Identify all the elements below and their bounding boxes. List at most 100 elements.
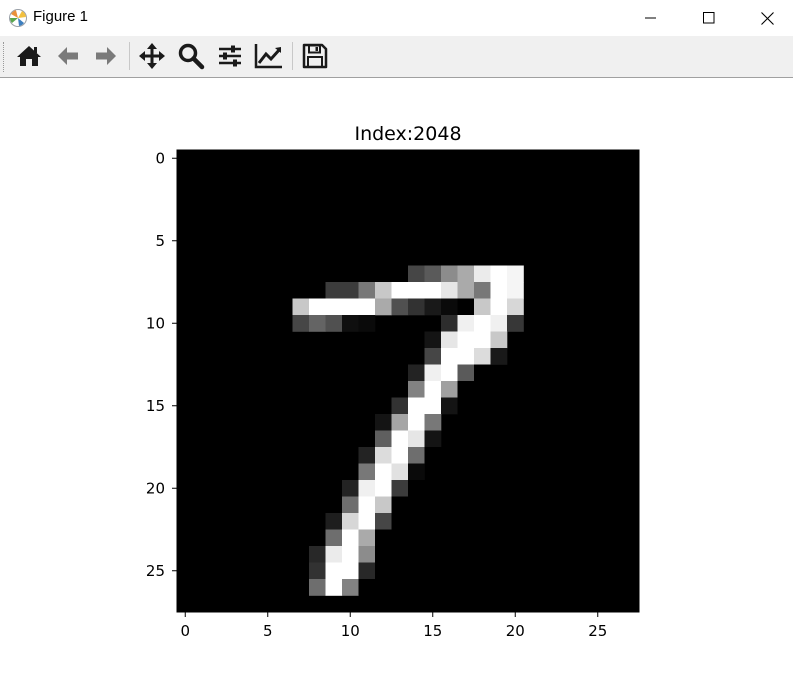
home-icon	[17, 46, 41, 66]
zoom-icon	[178, 43, 205, 70]
image-pixel	[342, 298, 359, 316]
image-pixel	[441, 364, 458, 382]
image-pixel	[424, 348, 442, 365]
image-pixel	[408, 282, 425, 299]
image-pixel	[408, 381, 425, 398]
image-pixel	[490, 331, 508, 349]
image-pixel	[474, 331, 491, 349]
image-pixel	[358, 579, 376, 596]
image-pixel	[457, 381, 475, 398]
image-pixel	[391, 496, 409, 514]
pan-button[interactable]	[136, 40, 168, 72]
image-pixel	[408, 364, 425, 382]
image-pixel	[342, 562, 359, 580]
image-pixel	[424, 298, 442, 316]
image-pixel	[441, 282, 458, 299]
maximize-button[interactable]	[680, 0, 738, 36]
figure-canvas[interactable]: Index:2048 0 5 10 15 20 25 0 5 10 15 20 25	[0, 78, 793, 677]
image-pixel	[408, 265, 425, 283]
image-pixel	[424, 414, 442, 431]
x-tick-label: 20	[506, 622, 525, 640]
image-pixel	[358, 562, 376, 580]
home-button[interactable]	[13, 40, 45, 72]
image-pixel	[358, 546, 376, 563]
image-pixel	[391, 447, 409, 464]
toolbar-separator	[292, 42, 293, 70]
image-pixel	[358, 529, 376, 547]
image-pixel	[507, 315, 524, 332]
y-tick-label: 10	[146, 314, 165, 332]
image-pixel	[424, 397, 442, 415]
forward-button[interactable]	[90, 40, 122, 72]
image-pixel	[375, 447, 392, 464]
image-pixel	[375, 414, 392, 431]
image-pixel	[457, 331, 475, 349]
image-pixel	[309, 562, 326, 580]
chart-title: Index:2048	[354, 123, 461, 145]
image-pixel	[457, 265, 475, 283]
image-pixel	[342, 496, 359, 514]
image-pixel	[441, 331, 458, 349]
image-pixel	[325, 298, 343, 316]
close-button[interactable]	[738, 0, 793, 36]
matplotlib-logo-icon	[8, 8, 28, 28]
image-pixel	[325, 562, 343, 580]
image-pixel	[375, 480, 392, 497]
image-pixel	[507, 282, 524, 299]
image-pixel	[375, 513, 392, 530]
image-pixel	[391, 282, 409, 299]
image-pixel	[474, 265, 491, 283]
image-pixel	[325, 529, 343, 547]
image-pixel	[309, 315, 326, 332]
image-pixel	[424, 447, 442, 464]
image-pixel	[342, 480, 359, 497]
image-pixel	[457, 397, 475, 415]
image-pixel	[457, 282, 475, 299]
save-icon	[302, 43, 328, 69]
plot-area: Index:2048 0 5 10 15 20 25 0 5 10 15 20 25	[146, 123, 640, 640]
zoom-button[interactable]	[175, 40, 207, 72]
save-button[interactable]	[299, 40, 331, 72]
image-pixel	[424, 331, 442, 349]
image-pixel	[358, 496, 376, 514]
image-pixel	[457, 348, 475, 365]
image-pixel	[375, 496, 392, 514]
image-pixel	[391, 430, 409, 448]
image-pixel	[391, 480, 409, 497]
close-icon	[760, 11, 774, 25]
image-pixel	[441, 315, 458, 332]
image-pixel	[309, 579, 326, 596]
image-pixel	[408, 298, 425, 316]
image-pixel	[375, 529, 392, 547]
window-title-bar: Figure 1	[0, 0, 793, 36]
image-pixel	[375, 430, 392, 448]
image-pixel	[474, 315, 491, 332]
image-pixel	[441, 298, 458, 316]
edit-axis-button[interactable]	[253, 40, 285, 72]
image-pixel	[424, 265, 442, 283]
image-pixel	[358, 282, 376, 299]
image-pixel	[408, 430, 425, 448]
image-pixel	[391, 414, 409, 431]
subplots-icon	[219, 45, 241, 67]
image-pixel	[358, 298, 376, 316]
y-tick-label: 20	[146, 479, 165, 497]
pan-icon	[139, 43, 165, 69]
image-pixel	[441, 381, 458, 398]
forward-arrow-icon	[96, 47, 116, 65]
image-pixel	[474, 282, 491, 299]
image-pixel	[424, 282, 442, 299]
image-pixel	[358, 463, 376, 481]
image-pixel	[490, 315, 508, 332]
image-pixel	[391, 397, 409, 415]
image-pixel	[358, 480, 376, 497]
image-pixel	[375, 298, 392, 316]
x-tick-label: 5	[263, 622, 273, 640]
window-title: Figure 1	[33, 8, 89, 25]
minimize-button[interactable]	[622, 0, 680, 36]
y-tick-label: 25	[146, 562, 165, 580]
image-pixel	[490, 265, 508, 283]
configure-subplots-button[interactable]	[214, 40, 246, 72]
minimize-icon	[645, 17, 656, 19]
back-button[interactable]	[52, 40, 84, 72]
